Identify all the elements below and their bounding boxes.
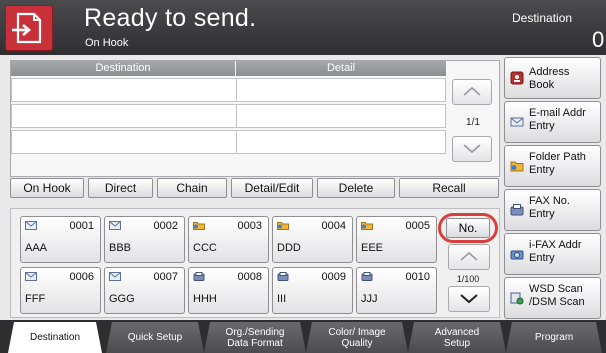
chevron-down-icon (460, 294, 478, 304)
list-row[interactable] (11, 104, 446, 128)
folder-icon (361, 222, 373, 230)
key-name: FFF (25, 293, 46, 305)
key-number: 0001 (69, 220, 94, 232)
key-name: DDD (277, 242, 301, 254)
side-button-label: Folder Path Entry (529, 151, 586, 176)
one-touch-key[interactable]: 0005 EEE (356, 216, 437, 263)
wsd-scan-icon (510, 292, 524, 305)
key-name: AAA (25, 242, 48, 254)
tab-label: Org./Sending Data Format (225, 326, 285, 349)
send-icon (5, 5, 53, 51)
one-touch-key[interactable]: 0003 CCC (188, 216, 269, 263)
chevron-up-icon (460, 251, 478, 261)
key-number: 0008 (237, 271, 262, 283)
direct-button[interactable]: Direct (88, 178, 153, 198)
key-name: JJJ (361, 293, 378, 305)
key-number: 0009 (321, 271, 346, 283)
key-number: 0006 (69, 271, 94, 283)
tab-label: Destination (29, 332, 81, 343)
one-touch-key[interactable]: 0002 BBB (104, 216, 185, 263)
grid-scroll-up-button[interactable] (448, 244, 490, 270)
detail-edit-button[interactable]: Detail/Edit (231, 178, 313, 198)
tab-program[interactable]: Program (506, 322, 602, 353)
ifax-icon (510, 250, 524, 260)
list-scroll-down-button[interactable] (452, 136, 492, 162)
folder-icon (193, 222, 205, 230)
fax-icon (510, 204, 524, 216)
side-button-label: FAX No. Entry (529, 195, 570, 220)
key-name: BBB (109, 242, 132, 254)
key-name: GGG (109, 293, 135, 305)
one-touch-key[interactable]: 0008 HHH (188, 267, 269, 314)
key-name: HHH (193, 293, 217, 305)
page-title: Ready to send. (84, 4, 257, 32)
key-number: 0004 (321, 220, 346, 232)
email-icon (510, 117, 524, 127)
on-hook-button[interactable]: On Hook (10, 178, 84, 198)
address-book-button[interactable]: Address Book (504, 57, 601, 99)
one-touch-key[interactable]: 0001 AAA (20, 216, 101, 263)
key-number: 0005 (405, 220, 430, 232)
wsd-dsm-scan-button[interactable]: WSD Scan /DSM Scan (504, 277, 601, 319)
key-name: III (277, 293, 287, 305)
fax-icon (361, 272, 373, 281)
email-icon (109, 272, 121, 281)
list-scroll-up-button[interactable] (452, 79, 492, 105)
key-name: EEE (361, 242, 384, 254)
tab-quick-setup[interactable]: Quick Setup (106, 322, 204, 353)
tab-org-sending-data-format[interactable]: Org./Sending Data Format (204, 322, 306, 353)
fax-icon (277, 272, 289, 281)
destination-label: Destination (512, 11, 573, 25)
email-icon (109, 221, 121, 230)
one-touch-key[interactable]: 0010 JJJ (356, 267, 437, 314)
key-name: CCC (193, 242, 217, 254)
line-status: On Hook (85, 37, 129, 49)
address-book-icon (510, 71, 524, 85)
email-icon (25, 221, 37, 230)
list-row[interactable] (11, 130, 446, 154)
email-icon (25, 272, 37, 281)
folder-icon (277, 222, 289, 230)
folder-path-entry-button[interactable]: Folder Path Entry (504, 145, 601, 187)
grid-scroll-down-button[interactable] (448, 286, 490, 312)
email-addr-entry-button[interactable]: E-mail Addr Entry (504, 101, 601, 143)
number-search-button[interactable]: No. (446, 218, 490, 238)
side-button-label: E-mail Addr Entry (529, 107, 586, 132)
tab-label: Program (534, 332, 574, 343)
folder-icon (510, 161, 524, 172)
one-touch-key[interactable]: 0004 DDD (272, 216, 353, 263)
one-touch-key[interactable]: 0007 GGG (104, 267, 185, 314)
ifax-addr-entry-button[interactable]: i-FAX Addr Entry (504, 233, 601, 275)
tab-destination[interactable]: Destination (8, 322, 102, 353)
column-header-destination[interactable]: Destination (11, 60, 235, 76)
key-number: 0002 (153, 220, 178, 232)
tab-label: Advanced Setup (434, 326, 480, 349)
list-row[interactable] (11, 78, 446, 102)
fax-no-entry-button[interactable]: FAX No. Entry (504, 189, 601, 231)
delete-button[interactable]: Delete (317, 178, 395, 198)
key-number: 0007 (153, 271, 178, 283)
tab-label: Quick Setup (127, 332, 183, 343)
chevron-down-icon (463, 144, 481, 154)
fax-icon (193, 272, 205, 281)
tab-label: Color/ Image Quality (328, 326, 386, 349)
chevron-up-icon (463, 86, 481, 96)
one-touch-key[interactable]: 0006 FFF (20, 267, 101, 314)
grid-page-indicator: 1/100 (456, 274, 480, 284)
chain-button[interactable]: Chain (157, 178, 227, 198)
column-header-detail[interactable]: Detail (236, 60, 446, 76)
key-number: 0010 (405, 271, 430, 283)
recall-button[interactable]: Recall (399, 178, 499, 198)
list-page-indicator: 1/1 (466, 117, 480, 128)
side-button-label: Address Book (529, 66, 570, 91)
tab-advanced-setup[interactable]: Advanced Setup (408, 322, 506, 353)
key-number: 0003 (237, 220, 262, 232)
side-button-label: i-FAX Addr Entry (529, 239, 582, 264)
one-touch-key[interactable]: 0009 III (272, 267, 353, 314)
tab-color-image-quality[interactable]: Color/ Image Quality (306, 322, 408, 353)
destination-count: 0 (592, 27, 605, 52)
side-button-label: WSD Scan /DSM Scan (529, 283, 585, 308)
